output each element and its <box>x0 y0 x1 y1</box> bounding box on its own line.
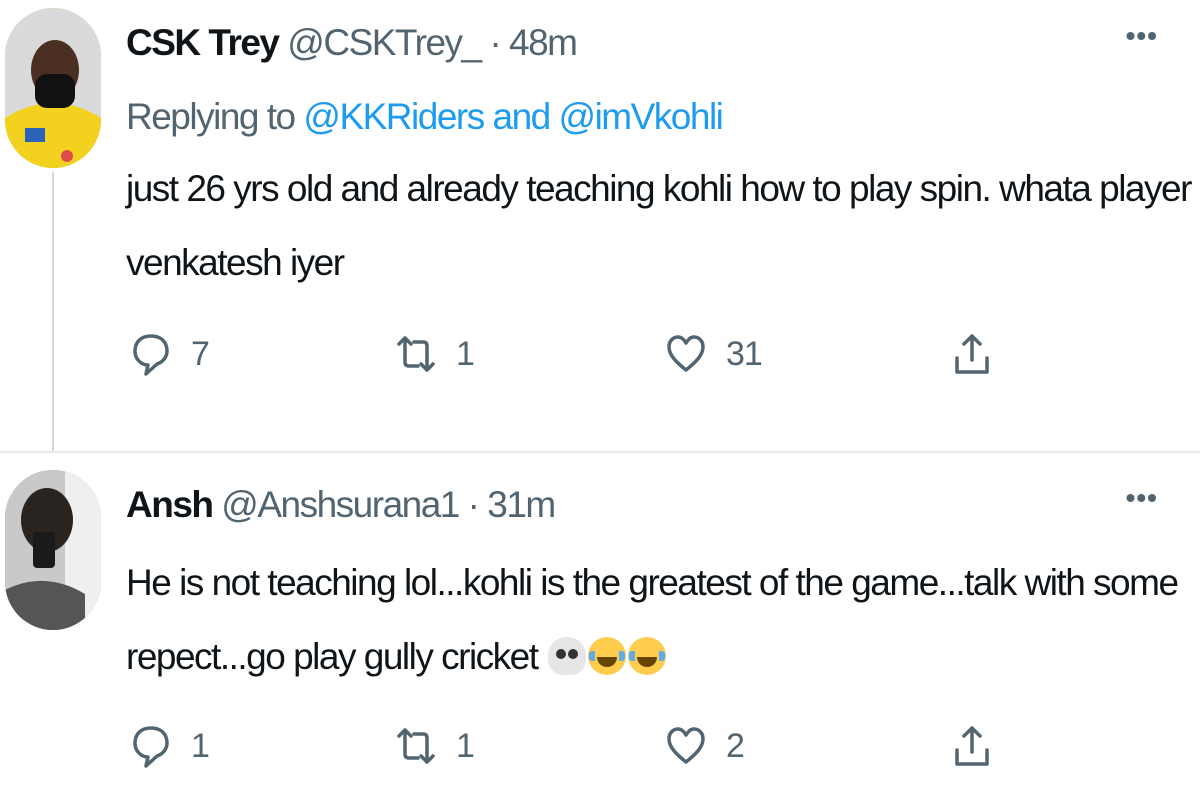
like-button[interactable]: 2 <box>666 722 745 770</box>
more-horizontal-icon[interactable]: ••• <box>1126 482 1158 514</box>
replying-prefix: Replying to <box>126 96 304 137</box>
tweet-text-line-2: repect...go play gully cricket <box>126 620 1178 694</box>
like-count: 31 <box>726 334 763 373</box>
joy-emoji <box>588 637 627 675</box>
tweet[interactable]: CSK Trey @CSKTrey_ · 48m ••• Replying to… <box>0 0 1200 452</box>
retweet-count: 1 <box>456 334 475 373</box>
timestamp[interactable]: 48m <box>509 22 578 63</box>
reply-count: 7 <box>191 334 210 373</box>
share-button[interactable] <box>952 330 992 378</box>
share-icon <box>955 726 989 766</box>
display-name[interactable]: CSK Trey <box>126 22 280 63</box>
joy-emoji <box>628 637 667 675</box>
heart-icon <box>667 727 705 764</box>
action-bar: 1 1 2 <box>126 722 1026 782</box>
reply-bubble-icon <box>133 726 169 768</box>
reply-button[interactable]: 1 <box>131 722 210 770</box>
avatar[interactable] <box>5 8 101 168</box>
action-bar: 7 1 31 <box>126 330 1026 390</box>
heart-icon <box>667 335 705 372</box>
tweet[interactable]: Ansh @Anshsurana1 · 31m ••• He is not te… <box>0 462 1200 800</box>
separator-dot: · <box>489 22 501 63</box>
more-horizontal-icon[interactable]: ••• <box>1126 20 1158 52</box>
replying-to-link[interactable]: @KKRiders and @imVkohli <box>303 96 724 137</box>
tweet-text-line: venkatesh iyer <box>126 242 345 283</box>
tweet-text: just 26 yrs old and already teaching koh… <box>126 152 1192 300</box>
replying-to: Replying to @KKRiders and @imVkohli <box>126 96 724 138</box>
reply-button[interactable]: 7 <box>131 330 210 378</box>
retweet-count: 1 <box>456 726 475 765</box>
like-button[interactable]: 31 <box>666 330 763 378</box>
thread-line <box>52 172 54 452</box>
reply-count: 1 <box>191 726 210 765</box>
retweet-icon <box>397 336 435 372</box>
tweet-header: CSK Trey @CSKTrey_ · 48m <box>126 22 578 64</box>
divider <box>0 451 1200 453</box>
skull-emoji <box>548 637 587 675</box>
user-handle[interactable]: @CSKTrey_ <box>287 22 482 63</box>
share-button[interactable] <box>952 722 992 770</box>
retweet-icon <box>397 728 435 764</box>
tweet-text-segment: repect...go play gully cricket <box>126 636 539 677</box>
avatar[interactable] <box>5 470 101 630</box>
retweet-button[interactable]: 1 <box>396 722 475 770</box>
tweet-header: Ansh @Anshsurana1 · 31m <box>126 484 556 526</box>
retweet-button[interactable]: 1 <box>396 330 475 378</box>
reply-bubble-icon <box>133 334 169 376</box>
tweet-text-line: just 26 yrs old and already teaching koh… <box>126 168 1192 209</box>
user-handle[interactable]: @Anshsurana1 <box>221 484 460 525</box>
tweet-text-line: He is not teaching lol...kohli is the gr… <box>126 562 1179 603</box>
like-count: 2 <box>726 726 745 765</box>
tweet-text: He is not teaching lol...kohli is the gr… <box>126 546 1179 694</box>
timestamp[interactable]: 31m <box>487 484 556 525</box>
display-name[interactable]: Ansh <box>126 484 214 525</box>
share-icon <box>955 334 989 374</box>
separator-dot: · <box>467 484 480 525</box>
